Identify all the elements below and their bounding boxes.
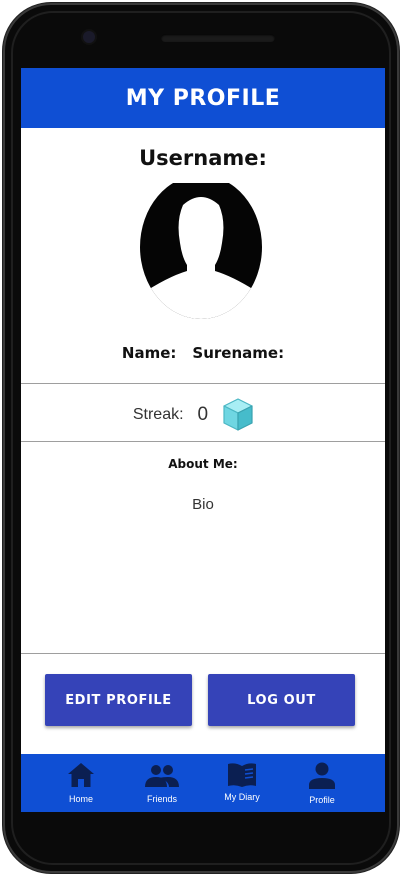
streak-label: Streak: (132, 406, 184, 423)
nav-label-my-diary: My Diary (224, 792, 260, 802)
book-icon (228, 763, 256, 787)
page-title: MY PROFILE (125, 85, 281, 111)
home-icon (68, 763, 94, 787)
person-icon (309, 762, 335, 789)
edit-profile-button[interactable]: EDIT PROFILE (45, 674, 192, 726)
nav-item-my-diary[interactable]: My Diary (202, 754, 282, 812)
nav-item-home[interactable]: Home (41, 754, 121, 812)
avatar (140, 183, 262, 319)
bio-text: Bio (192, 496, 214, 513)
nav-label-profile: Profile (309, 795, 335, 805)
nav-label-home: Home (68, 794, 93, 804)
people-icon (145, 765, 179, 787)
log-out-button[interactable]: LOG OUT (208, 674, 355, 726)
streak-value: 0 (197, 404, 209, 425)
divider (21, 441, 385, 442)
bottom-navigation: Home Friends My Diary Profile (21, 754, 385, 812)
app-screen: MY PROFILE Username: Name: Surename: Str… (21, 68, 385, 812)
app-bar: MY PROFILE (21, 68, 385, 128)
streak-row: Streak: 0 (21, 398, 385, 432)
about-me-title: About Me: (168, 457, 238, 471)
earpiece-speaker (161, 34, 275, 42)
nav-label-friends: Friends (146, 794, 177, 804)
nav-item-friends[interactable]: Friends (122, 754, 202, 812)
divider (21, 653, 385, 654)
name-row: Name: Surename: (21, 344, 385, 362)
front-camera (83, 31, 95, 43)
username-label: Username: (139, 146, 267, 170)
nav-item-profile[interactable]: Profile (282, 754, 362, 812)
cube-icon (223, 398, 253, 431)
divider (21, 383, 385, 384)
name-label: Name: (121, 344, 177, 362)
surname-label: Surename: (192, 344, 285, 362)
